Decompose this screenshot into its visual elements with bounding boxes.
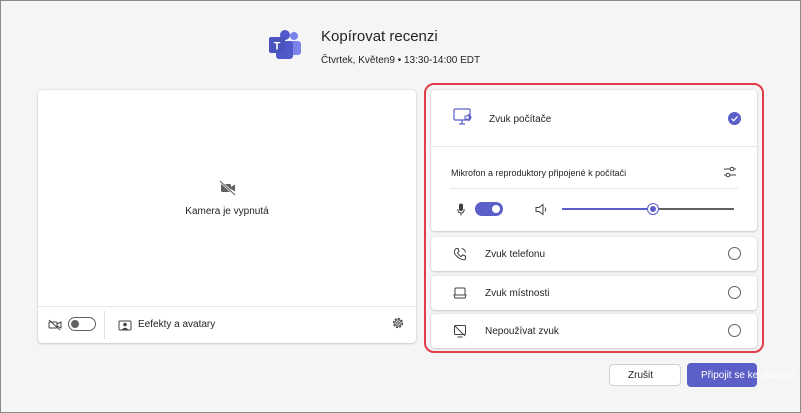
room-audio-option[interactable]: Zvuk místnosti xyxy=(431,276,757,310)
preview-stage: Kamera je vypnutá xyxy=(38,90,416,305)
no-audio-radio[interactable] xyxy=(728,324,741,337)
cancel-button[interactable]: Zrušit xyxy=(609,364,681,386)
microphone-icon xyxy=(457,203,465,216)
volume-slider[interactable] xyxy=(562,204,734,214)
no-audio-label: Nepoužívat zvuk xyxy=(485,326,559,337)
microphone-toggle[interactable] xyxy=(475,202,503,216)
room-audio-label: Zvuk místnosti xyxy=(485,288,550,299)
audio-devices-label: Mikrofon a reproduktory připojené k počí… xyxy=(451,168,627,178)
computer-speaker-icon xyxy=(453,108,472,125)
no-audio-option[interactable]: Nepoužívat zvuk xyxy=(431,314,757,348)
section-divider xyxy=(450,188,738,189)
phone-audio-radio[interactable] xyxy=(728,247,741,260)
checkmark-selected-icon xyxy=(728,112,741,125)
computer-audio-card: Zvuk počítače Mikrofon a reproduktory př… xyxy=(431,90,757,231)
effects-icon[interactable] xyxy=(118,319,132,331)
speaker-icon xyxy=(535,203,547,216)
gear-icon[interactable] xyxy=(391,316,405,330)
camera-toggle[interactable] xyxy=(68,317,96,331)
effects-button[interactable]: Eefekty a avatary xyxy=(138,319,215,330)
phone-icon xyxy=(453,248,466,261)
volume-slider-thumb[interactable] xyxy=(648,204,659,214)
meeting-time: Čtvrtek, Květen9 • 13:30-14:00 EDT xyxy=(321,55,481,66)
preview-toolbar: Eefekty a avatary xyxy=(38,306,416,343)
svg-text:T: T xyxy=(274,41,281,53)
phone-audio-label: Zvuk telefonu xyxy=(485,249,546,260)
teams-logo-icon: T xyxy=(269,30,301,59)
room-display-icon xyxy=(453,287,467,299)
toolbar-divider xyxy=(104,311,105,339)
volume-slider-fill xyxy=(562,208,654,210)
computer-audio-option[interactable]: Zvuk počítače xyxy=(431,90,757,147)
audio-options-panel: Zvuk počítače Mikrofon a reproduktory př… xyxy=(424,83,764,353)
app-window: T Kopírovat recenzi Čtvrtek, Květen9 • 1… xyxy=(0,0,801,413)
meeting-title: Kopírovat recenzi xyxy=(321,28,438,45)
room-audio-radio[interactable] xyxy=(728,286,741,299)
phone-audio-option[interactable]: Zvuk telefonu xyxy=(431,237,757,271)
device-settings-icon[interactable] xyxy=(723,165,737,179)
computer-audio-label: Zvuk počítače xyxy=(489,114,552,125)
video-off-icon xyxy=(48,319,62,331)
camera-off-label: Kamera je vypnutá xyxy=(185,206,269,217)
no-audio-icon xyxy=(454,325,466,338)
join-button[interactable]: Připojit se ke skupině xyxy=(687,363,796,387)
camera-off-icon xyxy=(219,180,236,196)
video-preview: Kamera je vypnutá Eefekty a avatary xyxy=(38,90,416,343)
